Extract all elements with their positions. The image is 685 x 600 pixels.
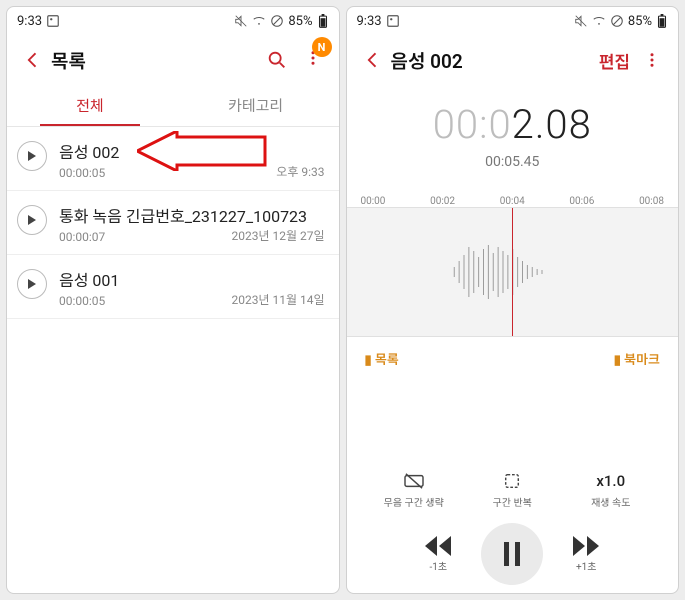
edit-button[interactable]: 편집 xyxy=(599,48,630,73)
item-timestamp: 2023년 12월 27일 xyxy=(231,227,324,244)
battery-pct: 85% xyxy=(628,14,652,29)
item-timestamp: 오후 9:33 xyxy=(276,163,324,180)
item-timestamp: 2023년 11월 14일 xyxy=(231,291,324,308)
list-screen: 9:33 85% 목록 N 전체 카테고리 xyxy=(6,6,340,594)
battery-pct: 85% xyxy=(288,14,312,29)
pause-button[interactable] xyxy=(481,523,543,585)
recordings-list: 음성 002 00:00:05 오후 9:33 통화 녹음 긴급번호_23122… xyxy=(7,127,339,593)
player-header: 음성 002 편집 xyxy=(347,35,679,85)
chevron-left-icon xyxy=(23,50,43,70)
tabs: 전체 카테고리 xyxy=(7,85,339,127)
transport-row: -1초 +1초 xyxy=(347,509,679,593)
list-item[interactable]: 통화 녹음 긴급번호_231227_100723 00:00:07 2023년 … xyxy=(7,191,339,255)
back-button[interactable] xyxy=(15,50,51,70)
pause-icon xyxy=(502,542,522,566)
wifi-icon xyxy=(252,14,266,28)
play-button[interactable] xyxy=(17,269,47,299)
play-button[interactable] xyxy=(17,141,47,171)
clock: 9:33 xyxy=(17,14,42,29)
mute-icon xyxy=(574,14,588,28)
elapsed-time: 00:02.08 xyxy=(347,101,679,148)
status-bar: 9:33 85% xyxy=(347,7,679,35)
chevron-left-icon xyxy=(363,50,383,70)
page-title: 음성 002 xyxy=(391,47,599,74)
search-icon xyxy=(266,49,288,71)
play-icon xyxy=(27,151,37,161)
repeat-button[interactable]: 구간 반복 xyxy=(477,472,547,509)
more-button[interactable]: N xyxy=(295,47,331,73)
play-button[interactable] xyxy=(17,205,47,235)
waveform[interactable] xyxy=(347,207,679,337)
tab-category[interactable]: 카테고리 xyxy=(173,85,339,126)
rewind-button[interactable]: -1초 xyxy=(425,536,451,573)
item-title: 통화 녹음 긴급번호_231227_100723 xyxy=(59,203,325,227)
total-time: 00:05.45 xyxy=(347,154,679,170)
image-icon xyxy=(46,14,60,28)
no-sim-icon xyxy=(270,14,284,28)
list-item[interactable]: 음성 001 00:00:05 2023년 11월 14일 xyxy=(7,255,339,319)
battery-icon xyxy=(317,14,329,28)
back-button[interactable] xyxy=(355,50,391,70)
forward-icon xyxy=(573,536,599,556)
play-icon xyxy=(27,279,37,289)
tab-all[interactable]: 전체 xyxy=(7,85,173,126)
image-icon xyxy=(386,14,400,28)
wifi-icon xyxy=(592,14,606,28)
battery-icon xyxy=(656,14,668,28)
notification-badge: N xyxy=(312,37,332,57)
clock: 9:33 xyxy=(357,14,382,29)
speed-button[interactable]: x1.0 재생 속도 xyxy=(576,472,646,509)
no-sim-icon xyxy=(610,14,624,28)
playhead[interactable] xyxy=(512,208,513,336)
annotation-arrow-icon xyxy=(137,131,267,171)
rewind-icon xyxy=(425,536,451,556)
skip-silence-button[interactable]: 무음 구간 생략 xyxy=(379,472,449,509)
skip-silence-icon xyxy=(403,472,425,490)
bookmark-row: ▮ 목록 ▮ 북마크 xyxy=(347,337,679,380)
repeat-icon xyxy=(501,472,523,490)
kebab-icon xyxy=(643,49,661,71)
forward-button[interactable]: +1초 xyxy=(573,536,599,573)
list-header: 목록 N xyxy=(7,35,339,85)
bookmark-button[interactable]: ▮ 북마크 xyxy=(614,349,660,368)
page-title: 목록 xyxy=(51,47,259,74)
play-icon xyxy=(27,215,37,225)
more-button[interactable] xyxy=(634,49,670,71)
time-ruler: 00:00 00:02 00:04 00:06 00:08 xyxy=(347,196,679,207)
player-screen: 9:33 85% 음성 002 편집 00:02.08 00:05.45 00:… xyxy=(346,6,680,594)
item-title: 음성 001 xyxy=(59,267,325,291)
search-button[interactable] xyxy=(259,49,295,71)
status-bar: 9:33 85% xyxy=(7,7,339,35)
bookmark-list-button[interactable]: ▮ 목록 xyxy=(365,349,399,368)
mute-icon xyxy=(234,14,248,28)
controls-row: 무음 구간 생략 구간 반복 x1.0 재생 속도 xyxy=(347,472,679,509)
